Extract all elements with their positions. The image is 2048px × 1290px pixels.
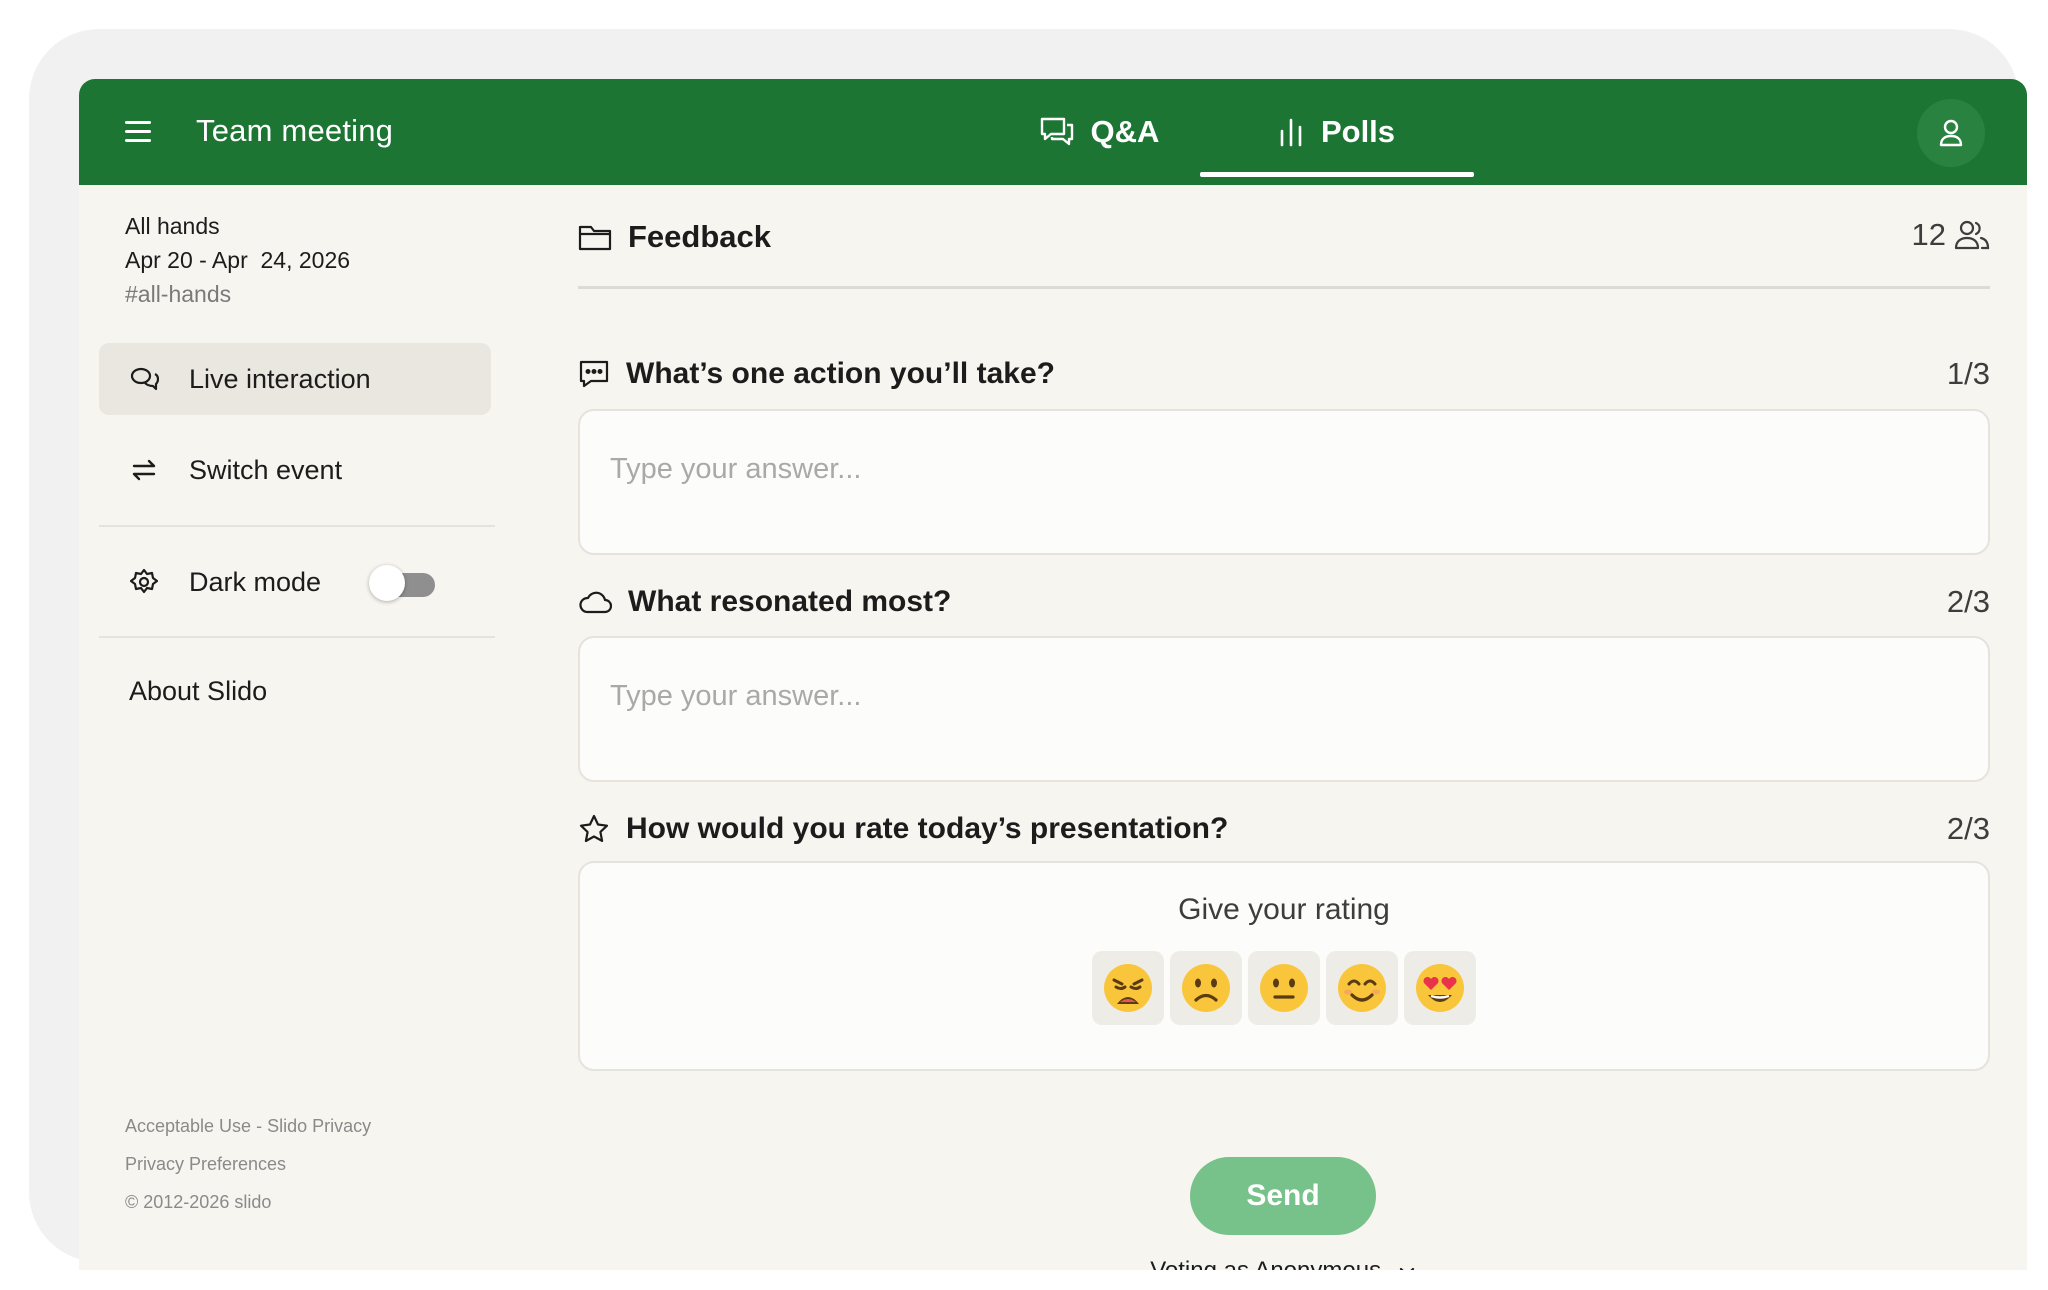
question-counter: 2/3: [1946, 584, 1990, 619]
active-tab-indicator: [1200, 172, 1474, 177]
question-counter: 1/3: [1946, 356, 1990, 391]
people-icon: [1954, 220, 1990, 250]
event-code: #all-hands: [125, 281, 232, 307]
sidebar-divider: [99, 636, 495, 638]
chat-bubbles-icon: [1040, 117, 1073, 146]
question-header: What resonated most? 2/3: [578, 582, 1990, 622]
copyright-text: © 2012-2026 slido: [125, 1192, 272, 1212]
event-name: All hands: [125, 213, 220, 239]
question-title: What resonated most?: [628, 585, 952, 618]
question-counter: 2/3: [1946, 811, 1990, 846]
section-header: Feedback: [578, 217, 771, 257]
privacy-preferences-link[interactable]: Privacy Preferences: [125, 1154, 286, 1175]
acceptable-use-link[interactable]: Acceptable Use: [125, 1116, 251, 1136]
answer-input-2[interactable]: [578, 636, 1990, 782]
voting-identity-selector[interactable]: Anonymous: [1254, 1257, 1381, 1270]
user-icon: [1939, 119, 1963, 147]
heart-eyes-face-icon: [1416, 964, 1464, 1012]
star-icon: [579, 814, 609, 843]
user-avatar-button[interactable]: [1917, 99, 1985, 167]
section-divider: [578, 286, 1990, 289]
bar-chart-icon: [1280, 118, 1302, 147]
rating-frowning-button[interactable]: [1170, 951, 1242, 1025]
sidebar-item-live-interaction[interactable]: Live interaction: [99, 343, 491, 415]
answer-input-1[interactable]: [578, 409, 1990, 555]
emoji-rating-row: [1092, 951, 1476, 1025]
question-title: How would you rate today’s presentation?: [626, 812, 1229, 845]
chevron-down-icon[interactable]: [1396, 1265, 1418, 1270]
rating-weary-button[interactable]: [1092, 951, 1164, 1025]
slido-privacy-link[interactable]: Slido Privacy: [267, 1116, 371, 1136]
participant-count-value: 12: [1911, 217, 1946, 252]
folder-icon: [578, 225, 612, 251]
app-title: Team meeting: [196, 113, 394, 148]
question-header: How would you rate today’s presentation?…: [578, 809, 1990, 849]
question-title: What’s one action you’ll take?: [626, 357, 1055, 390]
section-title: Feedback: [628, 219, 772, 254]
rating-prompt: Give your rating: [1178, 893, 1390, 926]
voting-identity: Voting as Anonymous: [578, 1257, 1990, 1270]
rating-heart-eyes-button[interactable]: [1404, 951, 1476, 1025]
swap-arrows-icon: [129, 458, 159, 482]
sidebar-item-label: Switch event: [189, 454, 343, 485]
event-dates: Apr 20 - Apr 24, 2026: [125, 247, 351, 273]
dark-mode-toggle[interactable]: [369, 565, 439, 601]
tab-polls-label: Polls: [1320, 114, 1396, 149]
toggle-knob: [369, 565, 405, 601]
rating-card: Give your rating: [578, 861, 1990, 1071]
top-bar: Team meeting Q&A Polls: [79, 79, 2027, 185]
device-frame: Team meeting Q&A Polls All hands Apr 20 …: [29, 29, 2027, 1270]
footer-separator: -: [251, 1116, 268, 1136]
smiling-face-icon: [1338, 964, 1386, 1012]
sidebar-item-label: Live interaction: [189, 363, 371, 394]
rating-neutral-button[interactable]: [1248, 951, 1320, 1025]
question-header: What’s one action you’ll take? 1/3: [578, 354, 1990, 394]
voting-prefix: Voting as: [1150, 1257, 1254, 1270]
rating-smiling-button[interactable]: [1326, 951, 1398, 1025]
about-slido-link[interactable]: About Slido: [129, 676, 267, 707]
weary-face-icon: [1104, 964, 1152, 1012]
tab-qa[interactable]: Q&A: [959, 79, 1239, 185]
send-button[interactable]: Send: [1190, 1157, 1376, 1235]
sidebar-item-label: Dark mode: [189, 566, 322, 597]
hamburger-menu-icon[interactable]: [125, 118, 155, 144]
chat-icon: [129, 366, 159, 392]
gear-icon: [129, 568, 159, 596]
cloud-icon: [579, 591, 612, 614]
sidebar-divider: [99, 525, 495, 527]
tab-polls[interactable]: Polls: [1199, 79, 1473, 185]
comment-icon: [579, 360, 609, 388]
footer-legal-links: Acceptable Use - Slido Privacy: [125, 1116, 371, 1137]
neutral-face-icon: [1260, 964, 1308, 1012]
sidebar-item-switch-event[interactable]: Switch event: [99, 434, 491, 506]
app-screen: Team meeting Q&A Polls All hands Apr 20 …: [79, 79, 2027, 1270]
tab-qa-label: Q&A: [1090, 114, 1160, 149]
participant-count: 12: [1912, 217, 1990, 253]
frowning-face-icon: [1182, 964, 1230, 1012]
